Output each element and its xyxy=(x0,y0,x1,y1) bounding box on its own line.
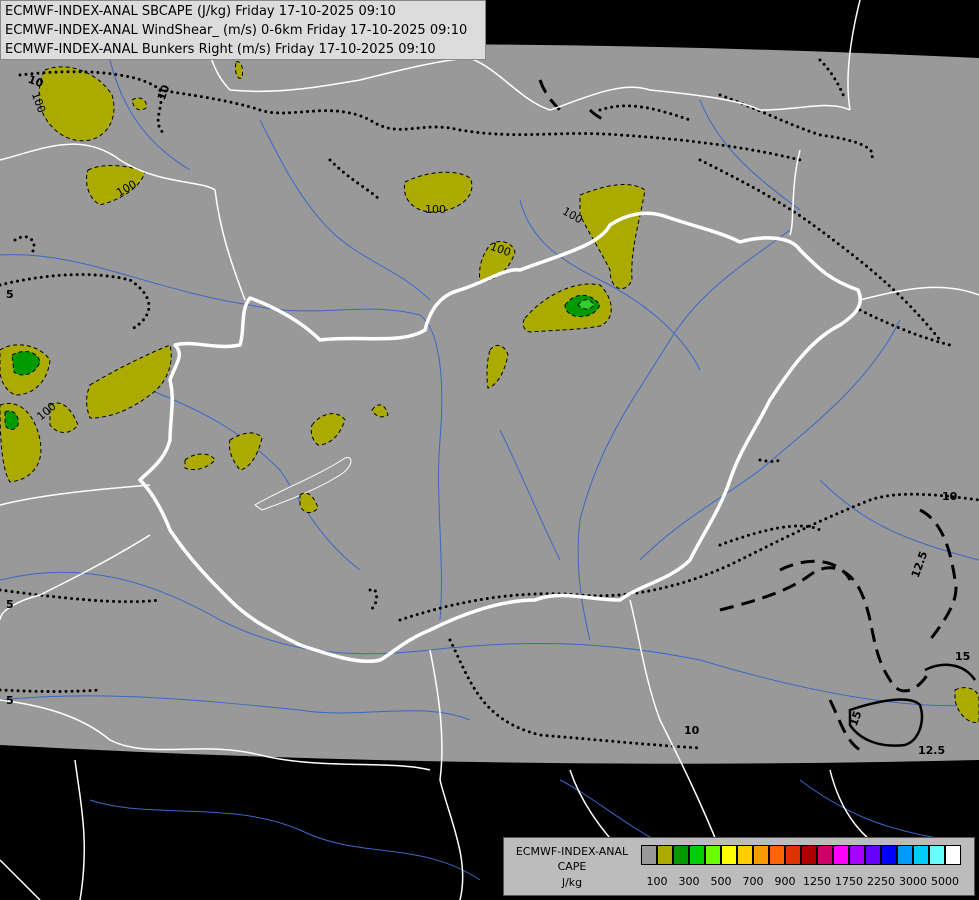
legend-swatch xyxy=(881,845,897,865)
legend-model: ECMWF-INDEX-ANAL xyxy=(515,845,629,858)
legend-swatch xyxy=(657,845,673,865)
legend-swatch xyxy=(945,845,961,865)
legend-tick: 1750 xyxy=(835,875,863,888)
contour-label: 100 xyxy=(425,203,446,216)
weather-map xyxy=(0,0,979,900)
legend-swatch xyxy=(929,845,945,865)
contour-label: 10 xyxy=(942,490,958,503)
title-windshear: ECMWF-INDEX-ANAL WindShear_ (m/s) 0-6km … xyxy=(5,23,468,38)
legend-variable: CAPE xyxy=(557,860,587,873)
contour-label: 10 xyxy=(684,724,700,737)
legend-swatch xyxy=(785,845,801,865)
title-sbcape: ECMWF-INDEX-ANAL SBCAPE (J/kg) Friday 17… xyxy=(5,4,396,19)
legend-swatch xyxy=(801,845,817,865)
legend-tick: 100 xyxy=(646,875,668,888)
legend-tick: 1250 xyxy=(803,875,831,888)
contour-label: 5 xyxy=(6,598,14,611)
legend-swatch xyxy=(833,845,849,865)
legend-swatch xyxy=(705,845,721,865)
legend-swatch xyxy=(849,845,865,865)
legend-swatch xyxy=(913,845,929,865)
legend-swatch xyxy=(721,845,737,865)
legend-tick: 3000 xyxy=(899,875,927,888)
contour-label: 5 xyxy=(6,288,14,301)
legend-swatch xyxy=(689,845,705,865)
legend-tick: 700 xyxy=(742,875,764,888)
cape-legend: ECMWF-INDEX-ANAL CAPE J/kg 100 300 500 700 9… xyxy=(503,837,975,896)
legend-tick: 2250 xyxy=(867,875,895,888)
model-domain xyxy=(0,44,979,764)
title-bunkers: ECMWF-INDEX-ANAL Bunkers Right (m/s) Fri… xyxy=(5,42,436,57)
legend-swatch xyxy=(753,845,769,865)
legend-tick: 900 xyxy=(774,875,796,888)
legend-unit: J/kg xyxy=(561,876,583,889)
contour-label: 15 xyxy=(955,650,971,663)
legend-tick: 300 xyxy=(678,875,700,888)
title-box: ECMWF-INDEX-ANAL SBCAPE (J/kg) Friday 17… xyxy=(0,0,486,60)
legend-swatch xyxy=(769,845,785,865)
legend-swatch xyxy=(865,845,881,865)
legend-swatch xyxy=(737,845,753,865)
legend-swatch xyxy=(673,845,689,865)
legend-swatch xyxy=(817,845,833,865)
legend-tick: 500 xyxy=(710,875,732,888)
contour-label: 5 xyxy=(6,694,14,707)
legend-swatch xyxy=(897,845,913,865)
legend-swatch xyxy=(641,845,657,865)
legend-tick: 5000 xyxy=(931,875,959,888)
contour-label: 12.5 xyxy=(918,744,946,757)
